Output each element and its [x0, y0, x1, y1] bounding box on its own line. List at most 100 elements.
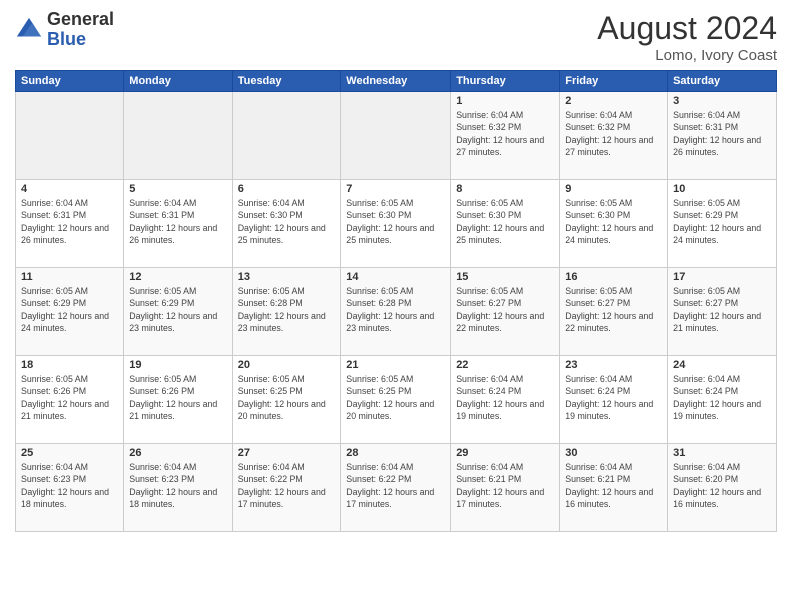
col-friday: Friday [560, 71, 668, 92]
logo-icon [15, 16, 43, 44]
table-cell: 11 Sunrise: 6:05 AM Sunset: 6:29 PM Dayli… [16, 268, 124, 356]
day-number: 6 [238, 183, 336, 195]
day-detail: Sunrise: 6:05 AM Sunset: 6:28 PM Dayligh… [238, 285, 336, 334]
day-detail: Sunrise: 6:05 AM Sunset: 6:29 PM Dayligh… [129, 285, 226, 334]
calendar-header-row: Sunday Monday Tuesday Wednesday Thursday… [16, 71, 777, 92]
day-detail: Sunrise: 6:04 AM Sunset: 6:31 PM Dayligh… [129, 197, 226, 246]
day-number: 7 [346, 183, 445, 195]
calendar-week-2: 4 Sunrise: 6:04 AM Sunset: 6:31 PM Daylig… [16, 180, 777, 268]
day-number: 26 [129, 447, 226, 459]
day-detail: Sunrise: 6:04 AM Sunset: 6:22 PM Dayligh… [346, 461, 445, 510]
col-saturday: Saturday [668, 71, 777, 92]
table-cell: 26 Sunrise: 6:04 AM Sunset: 6:23 PM Dayli… [124, 444, 232, 532]
day-number: 25 [21, 447, 118, 459]
day-number: 11 [21, 271, 118, 283]
day-number: 13 [238, 271, 336, 283]
table-cell: 21 Sunrise: 6:05 AM Sunset: 6:25 PM Dayli… [341, 356, 451, 444]
day-detail: Sunrise: 6:04 AM Sunset: 6:31 PM Dayligh… [21, 197, 118, 246]
day-detail: Sunrise: 6:04 AM Sunset: 6:24 PM Dayligh… [565, 373, 662, 422]
day-detail: Sunrise: 6:05 AM Sunset: 6:27 PM Dayligh… [456, 285, 554, 334]
day-number: 15 [456, 271, 554, 283]
calendar-week-5: 25 Sunrise: 6:04 AM Sunset: 6:23 PM Dayli… [16, 444, 777, 532]
table-cell: 13 Sunrise: 6:05 AM Sunset: 6:28 PM Dayli… [232, 268, 341, 356]
day-number: 14 [346, 271, 445, 283]
day-detail: Sunrise: 6:05 AM Sunset: 6:30 PM Dayligh… [565, 197, 662, 246]
table-cell: 16Sunrise: 6:05 AM Sunset: 6:27 PM Dayli… [560, 268, 668, 356]
location: Lomo, Ivory Coast [597, 47, 777, 64]
day-number: 16 [565, 271, 662, 283]
day-number: 28 [346, 447, 445, 459]
day-detail: Sunrise: 6:04 AM Sunset: 6:23 PM Dayligh… [21, 461, 118, 510]
table-cell: 12 Sunrise: 6:05 AM Sunset: 6:29 PM Dayli… [124, 268, 232, 356]
day-detail: Sunrise: 6:05 AM Sunset: 6:28 PM Dayligh… [346, 285, 445, 334]
table-cell: 9 Sunrise: 6:05 AM Sunset: 6:30 PM Daylig… [560, 180, 668, 268]
table-cell [341, 92, 451, 180]
table-cell: 24 Sunrise: 6:04 AM Sunset: 6:24 PM Dayli… [668, 356, 777, 444]
day-number: 10 [673, 183, 771, 195]
day-detail: Sunrise: 6:05 AM Sunset: 6:27 PM Dayligh… [673, 285, 771, 334]
day-detail: Sunrise: 6:05 AM Sunset: 6:25 PM Dayligh… [346, 373, 445, 422]
day-detail: Sunrise: 6:04 AM Sunset: 6:24 PM Dayligh… [456, 373, 554, 422]
table-cell [16, 92, 124, 180]
day-detail: Sunrise: 6:04 AM Sunset: 6:21 PM Dayligh… [565, 461, 662, 510]
calendar-table: Sunday Monday Tuesday Wednesday Thursday… [15, 70, 777, 532]
day-detail: Sunrise: 6:04 AM Sunset: 6:20 PM Dayligh… [673, 461, 771, 510]
table-cell: 15 Sunrise: 6:05 AM Sunset: 6:27 PM Dayli… [451, 268, 560, 356]
day-detail: Sunrise: 6:05 AM Sunset: 6:30 PM Dayligh… [456, 197, 554, 246]
day-detail: Sunrise: 6:04 AM Sunset: 6:32 PM Dayligh… [456, 109, 554, 158]
table-cell: 18 Sunrise: 6:05 AM Sunset: 6:26 PM Dayli… [16, 356, 124, 444]
title-block: August 2024 Lomo, Ivory Coast [597, 10, 777, 64]
day-number: 24 [673, 359, 771, 371]
table-cell: 30 Sunrise: 6:04 AM Sunset: 6:21 PM Dayli… [560, 444, 668, 532]
day-number: 19 [129, 359, 226, 371]
logo-blue-text: Blue [47, 29, 86, 49]
day-number: 21 [346, 359, 445, 371]
logo-general-text: General [47, 9, 114, 29]
table-cell: 22 Sunrise: 6:04 AM Sunset: 6:24 PM Dayli… [451, 356, 560, 444]
table-cell: 3 Sunrise: 6:04 AM Sunset: 6:31 PM Daylig… [668, 92, 777, 180]
table-cell: 8 Sunrise: 6:05 AM Sunset: 6:30 PM Daylig… [451, 180, 560, 268]
day-detail: Sunrise: 6:05 AM Sunset: 6:29 PM Dayligh… [673, 197, 771, 246]
table-cell: 20Sunrise: 6:05 AM Sunset: 6:25 PM Dayli… [232, 356, 341, 444]
day-number: 22 [456, 359, 554, 371]
day-number: 1 [456, 95, 554, 107]
col-sunday: Sunday [16, 71, 124, 92]
day-number: 9 [565, 183, 662, 195]
header: General Blue August 2024 Lomo, Ivory Coa… [15, 10, 777, 64]
day-detail: Sunrise: 6:04 AM Sunset: 6:23 PM Dayligh… [129, 461, 226, 510]
table-cell: 17Sunrise: 6:05 AM Sunset: 6:27 PM Dayli… [668, 268, 777, 356]
day-number: 27 [238, 447, 336, 459]
table-cell: 19 Sunrise: 6:05 AM Sunset: 6:26 PM Dayli… [124, 356, 232, 444]
day-detail: Sunrise: 6:04 AM Sunset: 6:30 PM Dayligh… [238, 197, 336, 246]
table-cell [232, 92, 341, 180]
table-cell: 1 Sunrise: 6:04 AM Sunset: 6:32 PM Daylig… [451, 92, 560, 180]
table-cell: 31Sunrise: 6:04 AM Sunset: 6:20 PM Dayli… [668, 444, 777, 532]
day-number: 4 [21, 183, 118, 195]
table-cell: 6 Sunrise: 6:04 AM Sunset: 6:30 PM Daylig… [232, 180, 341, 268]
col-wednesday: Wednesday [341, 71, 451, 92]
day-detail: Sunrise: 6:04 AM Sunset: 6:31 PM Dayligh… [673, 109, 771, 158]
table-cell [124, 92, 232, 180]
calendar-week-1: 1 Sunrise: 6:04 AM Sunset: 6:32 PM Daylig… [16, 92, 777, 180]
day-number: 18 [21, 359, 118, 371]
day-detail: Sunrise: 6:04 AM Sunset: 6:24 PM Dayligh… [673, 373, 771, 422]
calendar-week-4: 18 Sunrise: 6:05 AM Sunset: 6:26 PM Dayli… [16, 356, 777, 444]
day-detail: Sunrise: 6:04 AM Sunset: 6:32 PM Dayligh… [565, 109, 662, 158]
table-cell: 29 Sunrise: 6:04 AM Sunset: 6:21 PM Dayli… [451, 444, 560, 532]
day-detail: Sunrise: 6:05 AM Sunset: 6:26 PM Dayligh… [21, 373, 118, 422]
day-number: 3 [673, 95, 771, 107]
day-number: 30 [565, 447, 662, 459]
day-detail: Sunrise: 6:05 AM Sunset: 6:29 PM Dayligh… [21, 285, 118, 334]
day-detail: Sunrise: 6:05 AM Sunset: 6:30 PM Dayligh… [346, 197, 445, 246]
day-number: 12 [129, 271, 226, 283]
table-cell: 27Sunrise: 6:04 AM Sunset: 6:22 PM Dayli… [232, 444, 341, 532]
table-cell: 4 Sunrise: 6:04 AM Sunset: 6:31 PM Daylig… [16, 180, 124, 268]
day-number: 5 [129, 183, 226, 195]
day-detail: Sunrise: 6:04 AM Sunset: 6:21 PM Dayligh… [456, 461, 554, 510]
day-number: 8 [456, 183, 554, 195]
day-detail: Sunrise: 6:05 AM Sunset: 6:26 PM Dayligh… [129, 373, 226, 422]
table-cell: 23 Sunrise: 6:04 AM Sunset: 6:24 PM Dayli… [560, 356, 668, 444]
page: General Blue August 2024 Lomo, Ivory Coa… [0, 0, 792, 612]
day-number: 23 [565, 359, 662, 371]
day-number: 29 [456, 447, 554, 459]
